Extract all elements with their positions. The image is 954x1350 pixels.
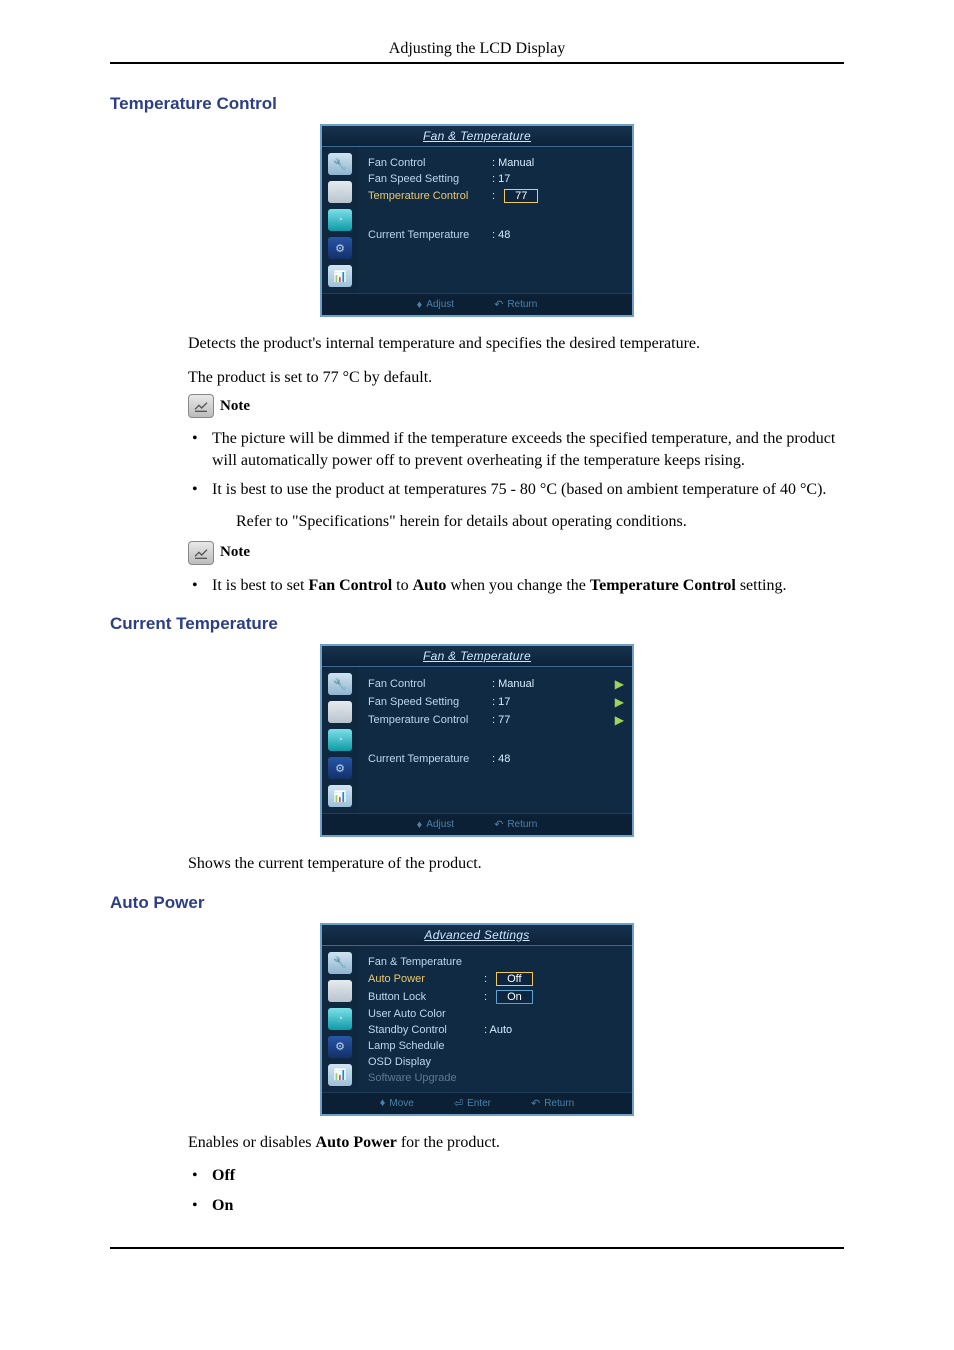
osd1-row-temperature-control: Temperature Control : 77 bbox=[368, 187, 624, 205]
tempcontrol-bullet-3: It is best to set Fan Control to Auto wh… bbox=[188, 575, 844, 597]
osd2-row-current-temperature: Current Temperature : 48 bbox=[368, 751, 624, 767]
osd3-row-button-lock[interactable]: Button Lock : On bbox=[368, 988, 624, 1006]
autopower-option-off: Off bbox=[188, 1165, 844, 1187]
osd3-auto-power-value[interactable]: Off bbox=[496, 972, 532, 986]
section-auto-power-title: Auto Power bbox=[110, 893, 844, 913]
osd1-title: Fan & Temperature bbox=[322, 126, 632, 147]
osd2-row-fan-speed[interactable]: Fan Speed Setting : 17 ▶ bbox=[368, 693, 624, 711]
adjust-icon: ♦ bbox=[417, 299, 423, 311]
tempcontrol-bullet-2: It is best to use the product at tempera… bbox=[188, 479, 844, 532]
clock-icon: ◔ bbox=[328, 729, 352, 751]
tempcontrol-subpara: Refer to "Specifications" herein for det… bbox=[236, 511, 844, 533]
note-2: Note bbox=[188, 541, 844, 565]
bottom-rule bbox=[110, 1247, 844, 1249]
autopower-option-on: On bbox=[188, 1195, 844, 1217]
note-1: Note bbox=[188, 394, 844, 418]
clock-icon: ◔ bbox=[328, 209, 352, 231]
screen-icon: ▭ bbox=[328, 980, 352, 1002]
chart-icon: 📊 bbox=[328, 1064, 352, 1086]
currenttemp-para: Shows the current temperature of the pro… bbox=[188, 853, 844, 875]
osd2-footer: ♦Adjust ↶Return bbox=[322, 813, 632, 835]
tool-icon: 🔧 bbox=[328, 153, 352, 175]
screen-icon: ▭ bbox=[328, 181, 352, 203]
osd-fan-temperature-2: Fan & Temperature 🔧 ▭ ◔ ⚙ 📊 Fan Control … bbox=[320, 644, 634, 837]
gear-icon: ⚙ bbox=[328, 237, 352, 259]
note-1-label: Note bbox=[220, 398, 250, 415]
screen-icon: ▭ bbox=[328, 701, 352, 723]
tempcontrol-para-2: The product is set to 77 °C by default. bbox=[188, 367, 844, 389]
osd3-title: Advanced Settings bbox=[322, 925, 632, 946]
move-icon: ♦ bbox=[380, 1097, 386, 1109]
osd2-sidebar-icons: 🔧 ▭ ◔ ⚙ 📊 bbox=[322, 667, 358, 813]
osd-fan-temperature-1: Fan & Temperature 🔧 ▭ ◔ ⚙ 📊 Fan Control … bbox=[320, 124, 634, 317]
clock-icon: ◔ bbox=[328, 1008, 352, 1030]
osd3-row-user-auto-color[interactable]: User Auto Color bbox=[368, 1006, 624, 1022]
tool-icon: 🔧 bbox=[328, 673, 352, 695]
top-rule bbox=[110, 62, 844, 64]
osd3-row-software-upgrade: Software Upgrade bbox=[368, 1070, 624, 1086]
osd3-row-auto-power[interactable]: Auto Power : Off bbox=[368, 970, 624, 988]
osd3-sidebar-icons: 🔧 ▭ ◔ ⚙ 📊 bbox=[322, 946, 358, 1092]
osd3-footer: ♦Move ⏎Enter ↶Return bbox=[322, 1092, 632, 1114]
osd1-sidebar-icons: 🔧 ▭ ◔ ⚙ 📊 bbox=[322, 147, 358, 293]
arrow-right-icon: ▶ bbox=[615, 695, 624, 709]
osd2-row-temperature-control[interactable]: Temperature Control : 77 ▶ bbox=[368, 711, 624, 729]
tempcontrol-bullet-1: The picture will be dimmed if the temper… bbox=[188, 428, 844, 471]
gear-icon: ⚙ bbox=[328, 757, 352, 779]
osd1-row-fan-control: Fan Control : Manual bbox=[368, 155, 624, 171]
adjust-icon: ♦ bbox=[417, 819, 423, 831]
enter-icon: ⏎ bbox=[454, 1097, 463, 1110]
arrow-right-icon: ▶ bbox=[615, 677, 624, 691]
return-icon: ↶ bbox=[494, 298, 503, 311]
osd3-row-lamp-schedule[interactable]: Lamp Schedule bbox=[368, 1038, 624, 1054]
note-icon bbox=[188, 541, 214, 565]
osd3-button-lock-value[interactable]: On bbox=[496, 990, 533, 1004]
arrow-right-icon: ▶ bbox=[615, 713, 624, 727]
return-icon: ↶ bbox=[494, 818, 503, 831]
chart-icon: 📊 bbox=[328, 785, 352, 807]
chart-icon: 📊 bbox=[328, 265, 352, 287]
tool-icon: 🔧 bbox=[328, 952, 352, 974]
tempcontrol-para-1: Detects the product's internal temperatu… bbox=[188, 333, 844, 355]
osd2-row-fan-control[interactable]: Fan Control : Manual ▶ bbox=[368, 675, 624, 693]
note-2-label: Note bbox=[220, 544, 250, 561]
osd3-row-standby-control[interactable]: Standby Control : Auto bbox=[368, 1022, 624, 1038]
section-temperature-control-title: Temperature Control bbox=[110, 94, 844, 114]
autopower-para: Enables or disables Auto Power for the p… bbox=[188, 1132, 844, 1154]
osd-advanced-settings: Advanced Settings 🔧 ▭ ◔ ⚙ 📊 Fan & Temper… bbox=[320, 923, 634, 1116]
osd1-temperature-input[interactable]: 77 bbox=[504, 189, 538, 203]
return-icon: ↶ bbox=[531, 1097, 540, 1110]
section-current-temperature-title: Current Temperature bbox=[110, 614, 844, 634]
osd3-row-osd-display[interactable]: OSD Display bbox=[368, 1054, 624, 1070]
osd3-row-fan-temperature[interactable]: Fan & Temperature bbox=[368, 954, 624, 970]
page-header: Adjusting the LCD Display bbox=[110, 40, 844, 58]
gear-icon: ⚙ bbox=[328, 1036, 352, 1058]
osd1-footer: ♦Adjust ↶Return bbox=[322, 293, 632, 315]
osd1-row-fan-speed: Fan Speed Setting : 17 bbox=[368, 171, 624, 187]
note-icon bbox=[188, 394, 214, 418]
osd2-title: Fan & Temperature bbox=[322, 646, 632, 667]
osd1-row-current-temperature: Current Temperature : 48 bbox=[368, 227, 624, 243]
